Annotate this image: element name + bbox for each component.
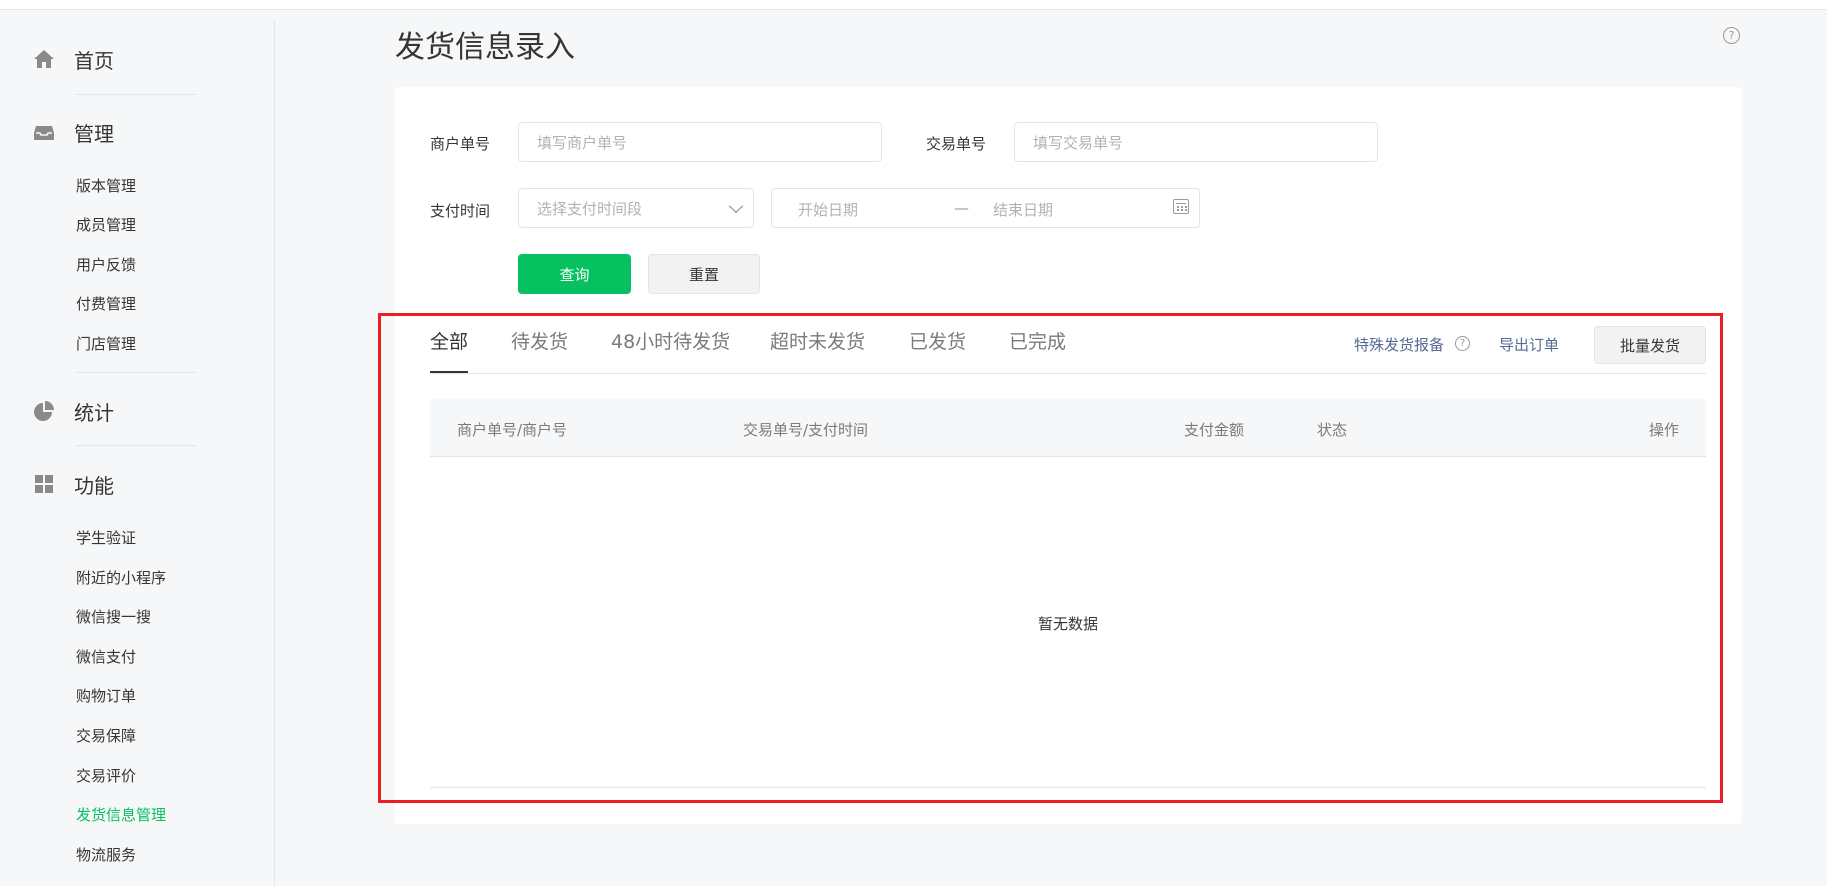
tab-completed[interactable]: 已完成 bbox=[1009, 327, 1066, 354]
trade-no-placeholder: 填写交易单号 bbox=[1033, 133, 1124, 152]
sidebar-item-trade-review[interactable]: 交易评价 bbox=[76, 765, 136, 786]
sidebar-item-wechat-search[interactable]: 微信搜一搜 bbox=[76, 606, 151, 627]
export-orders-link[interactable]: 导出订单 bbox=[1499, 334, 1559, 355]
sidebar-divider bbox=[76, 372, 196, 373]
sidebar-section-label: 首页 bbox=[74, 48, 114, 73]
merchant-no-placeholder: 填写商户单号 bbox=[537, 133, 628, 152]
start-date-input[interactable]: 开始日期 bbox=[798, 199, 858, 220]
inbox-icon bbox=[32, 120, 56, 144]
table-header: 商户单号/商户号 交易单号/支付时间 支付金额 状态 操作 bbox=[430, 399, 1706, 457]
column-trade-no: 交易单号/支付时间 bbox=[743, 421, 869, 439]
trade-no-label: 交易单号 bbox=[926, 135, 987, 153]
home-icon bbox=[32, 47, 56, 71]
sidebar-section-manage[interactable]: 管理 bbox=[32, 117, 114, 147]
grid-icon bbox=[32, 472, 56, 496]
sidebar-section-label: 功能 bbox=[74, 473, 114, 498]
trade-no-input[interactable]: 填写交易单号 bbox=[1014, 122, 1378, 162]
tab-48h-pending[interactable]: 48小时待发货 bbox=[611, 327, 730, 354]
date-range-picker[interactable]: 开始日期 — 结束日期 bbox=[771, 188, 1200, 228]
pay-time-select-placeholder: 选择支付时间段 bbox=[537, 199, 643, 218]
tab-overdue[interactable]: 超时未发货 bbox=[770, 327, 865, 354]
column-amount: 支付金额 bbox=[1184, 421, 1245, 439]
sidebar-section-label: 统计 bbox=[74, 400, 114, 425]
date-range-separator: — bbox=[954, 199, 969, 217]
pay-time-select[interactable]: 选择支付时间段 bbox=[518, 188, 754, 228]
tab-all[interactable]: 全部 bbox=[430, 327, 468, 354]
sidebar-section-home[interactable]: 首页 bbox=[32, 44, 114, 74]
pay-time-label: 支付时间 bbox=[430, 202, 491, 220]
sidebar-item-trade-guarantee[interactable]: 交易保障 bbox=[76, 725, 136, 746]
help-icon[interactable]: ? bbox=[1723, 27, 1740, 44]
merchant-no-input[interactable]: 填写商户单号 bbox=[518, 122, 882, 162]
column-merchant-no: 商户单号/商户号 bbox=[457, 421, 568, 439]
sidebar-item-feedback[interactable]: 用户反馈 bbox=[76, 254, 136, 275]
pie-chart-icon bbox=[32, 399, 56, 423]
sidebar-item-logistics[interactable]: 物流服务 bbox=[76, 844, 136, 865]
end-date-input[interactable]: 结束日期 bbox=[993, 199, 1053, 220]
chevron-down-icon bbox=[728, 198, 744, 214]
sidebar-item-payment[interactable]: 付费管理 bbox=[76, 293, 136, 314]
column-actions: 操作 bbox=[1649, 421, 1680, 439]
sidebar-divider bbox=[76, 445, 196, 446]
empty-state-text: 暂无数据 bbox=[1037, 615, 1098, 633]
table-bottom-border bbox=[430, 787, 1706, 788]
reset-button[interactable]: 重置 bbox=[648, 254, 760, 294]
sidebar-item-shipping-info[interactable]: 发货信息管理 bbox=[76, 804, 166, 825]
tab-pending-shipment[interactable]: 待发货 bbox=[511, 327, 568, 354]
sidebar-item-wechat-pay[interactable]: 微信支付 bbox=[76, 646, 136, 667]
sidebar-item-student-verify[interactable]: 学生验证 bbox=[76, 527, 136, 548]
sidebar-item-shopping-orders[interactable]: 购物订单 bbox=[76, 685, 136, 706]
tabs-divider bbox=[430, 373, 1706, 374]
sidebar-section-label: 管理 bbox=[74, 121, 114, 146]
sidebar-item-members[interactable]: 成员管理 bbox=[76, 214, 136, 235]
page-title: 发货信息录入 bbox=[395, 30, 575, 65]
query-button[interactable]: 查询 bbox=[518, 254, 631, 294]
tab-shipped[interactable]: 已发货 bbox=[909, 327, 966, 354]
help-icon[interactable]: ? bbox=[1455, 336, 1470, 351]
sidebar-item-nearby-miniprogram[interactable]: 附近的小程序 bbox=[76, 567, 166, 588]
calendar-icon[interactable] bbox=[1173, 199, 1189, 214]
special-report-link[interactable]: 特殊发货报备 bbox=[1354, 334, 1444, 355]
sidebar-section-features[interactable]: 功能 bbox=[32, 469, 114, 499]
column-status: 状态 bbox=[1317, 421, 1348, 439]
sidebar-item-stores[interactable]: 门店管理 bbox=[76, 333, 136, 354]
sidebar-item-version[interactable]: 版本管理 bbox=[76, 175, 136, 196]
merchant-no-label: 商户单号 bbox=[430, 135, 491, 153]
batch-ship-button[interactable]: 批量发货 bbox=[1594, 326, 1706, 364]
sidebar: 首页 管理 版本管理 成员管理 用户反馈 付费管理 门店管理 统计 功能 学生验… bbox=[0, 20, 275, 886]
sidebar-section-stats[interactable]: 统计 bbox=[32, 396, 114, 426]
top-bar bbox=[0, 0, 1827, 10]
sidebar-divider bbox=[76, 94, 196, 95]
